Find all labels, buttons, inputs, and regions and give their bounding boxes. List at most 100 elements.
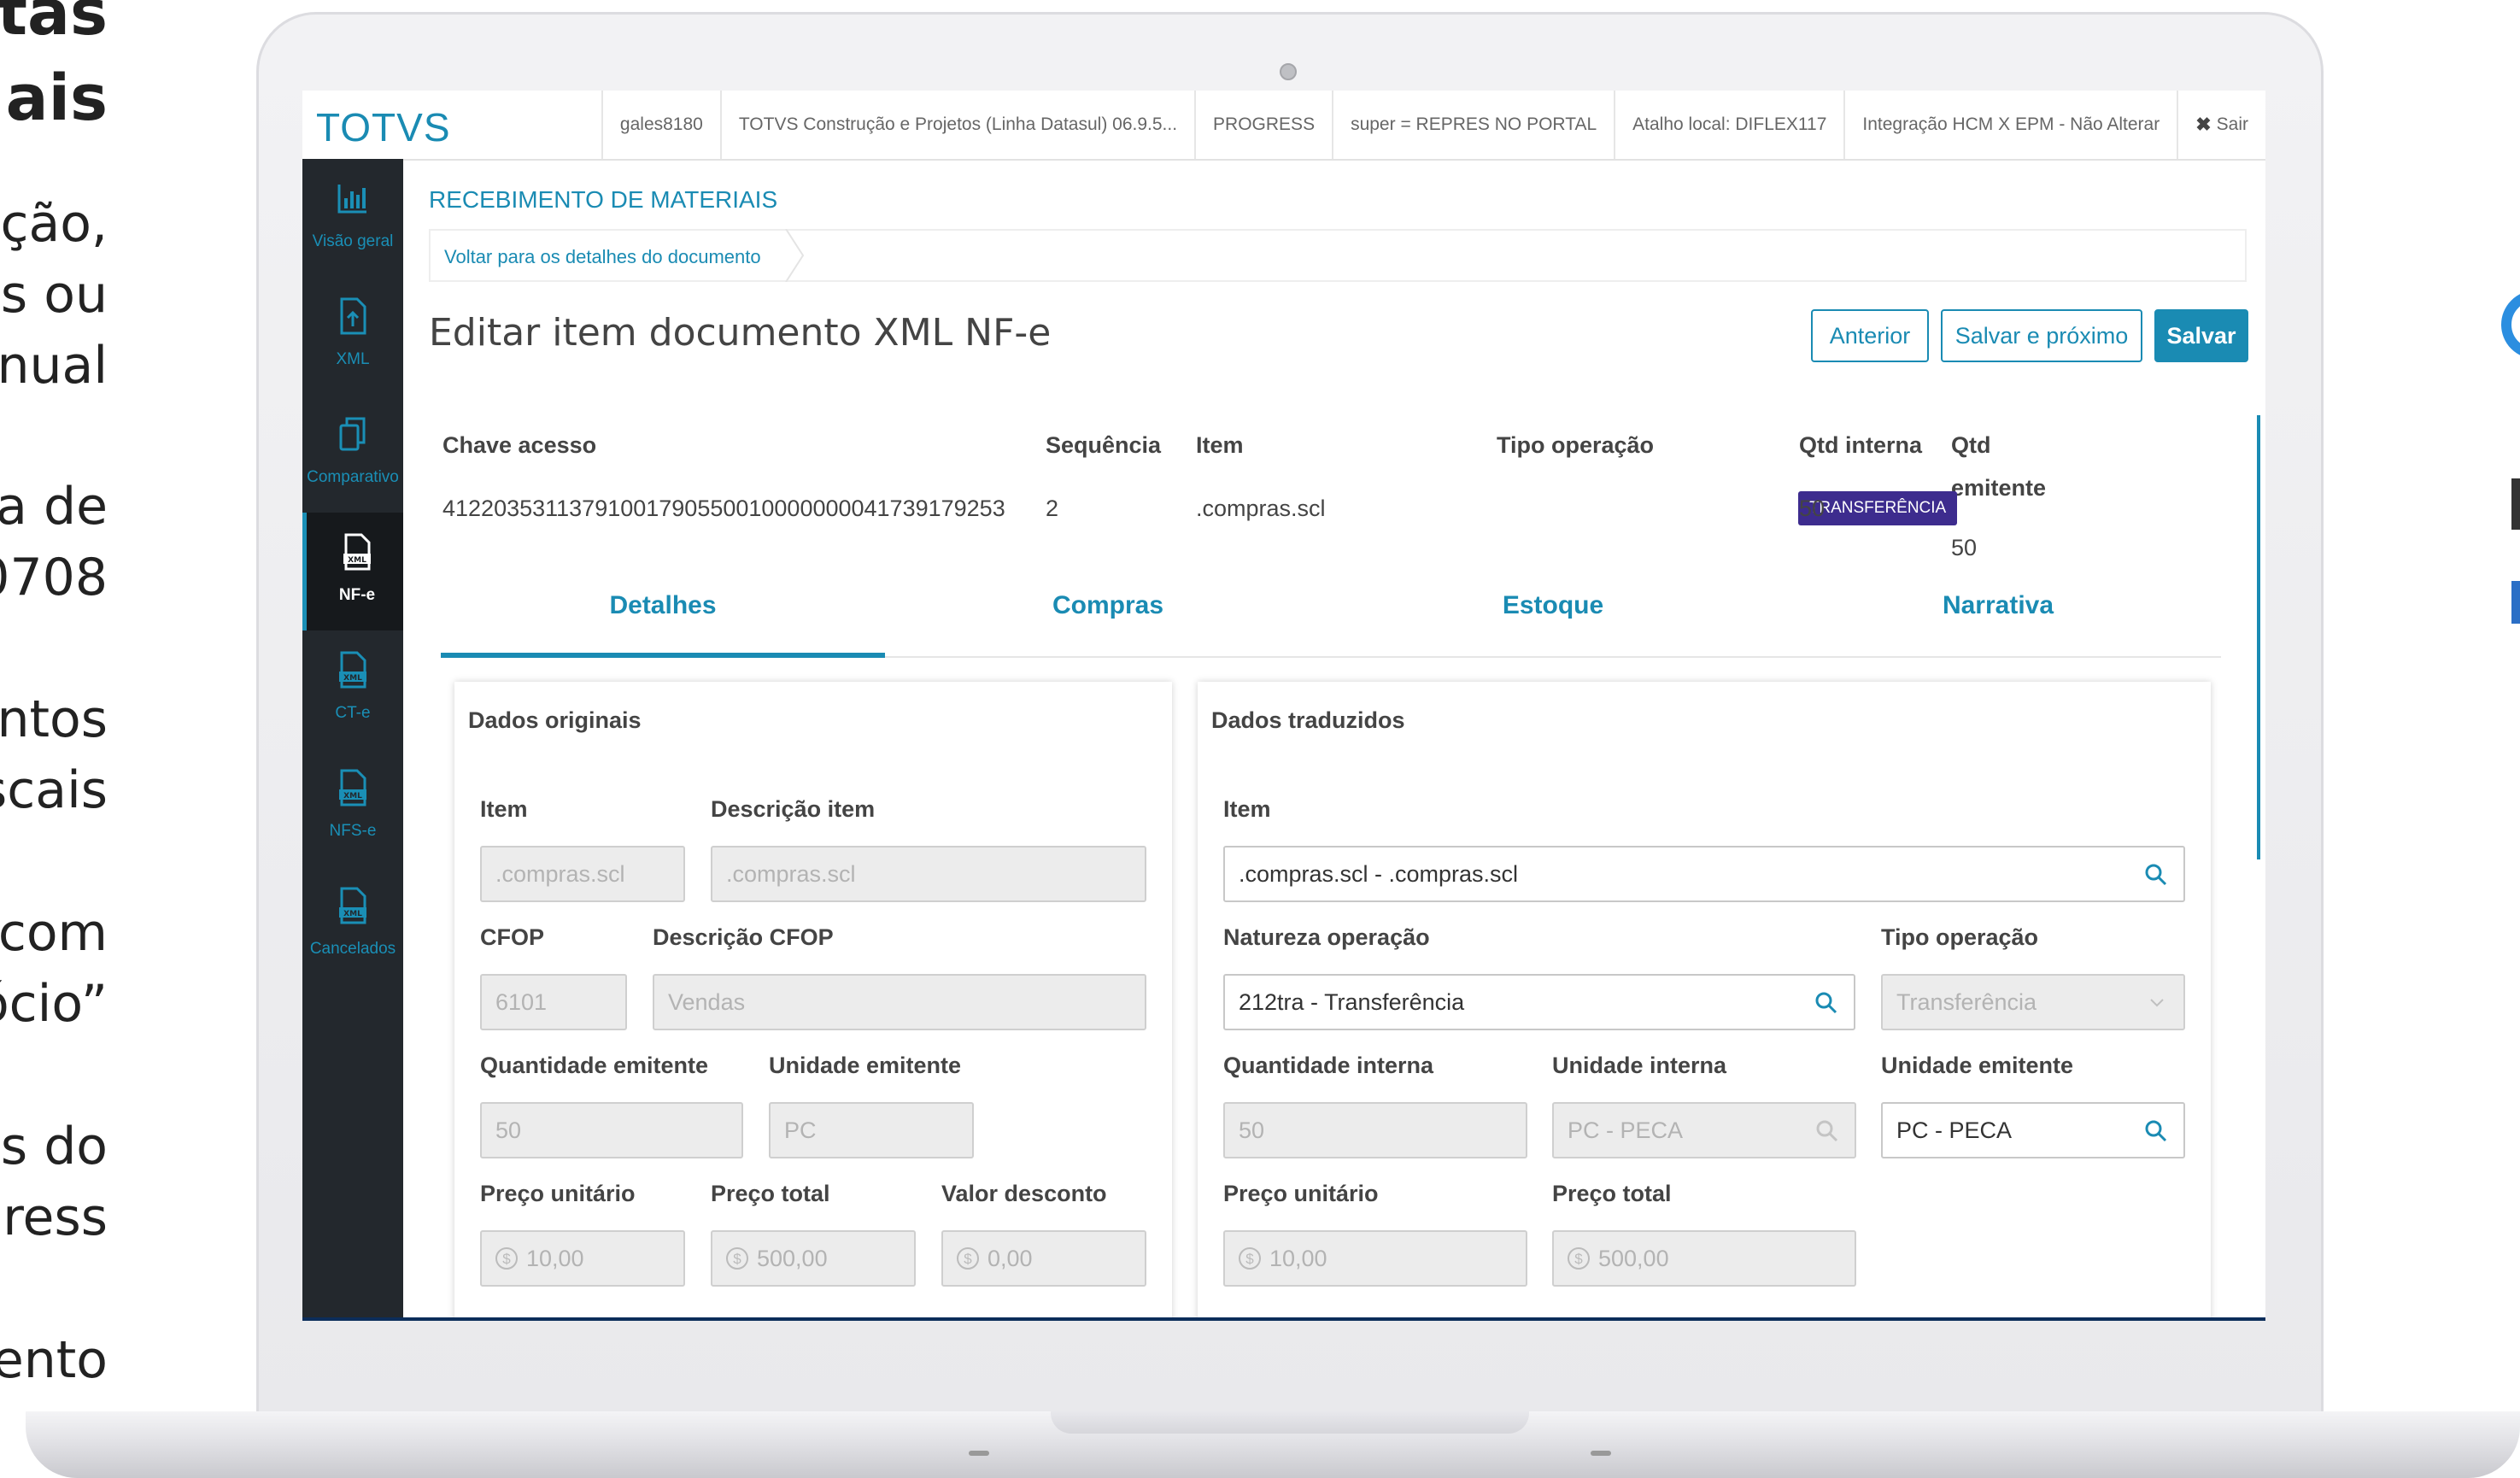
slide-title-line: tas xyxy=(0,0,108,50)
vertical-scrollbar[interactable] xyxy=(2257,415,2260,859)
field-value: .compras.scl - .compras.scl xyxy=(1239,860,1519,887)
cfop-field-label: CFOP xyxy=(480,924,545,950)
breadcrumb-back-link[interactable]: Voltar para os detalhes do documento xyxy=(444,246,761,268)
field-value: Transferência xyxy=(1896,988,2037,1015)
exit-label: Sair xyxy=(2216,114,2248,134)
top-bar-items: gales8180 TOTVS Construção e Projetos (L… xyxy=(601,91,2265,159)
item-label: Item xyxy=(1196,432,1244,458)
translated-total-price-label: Preço total xyxy=(1552,1181,1672,1206)
unit-price-field-label: Preço unitário xyxy=(480,1181,636,1206)
user-name[interactable]: gales8180 xyxy=(601,91,720,159)
cfop-description-field-label: Descrição CFOP xyxy=(653,924,834,950)
search-icon[interactable] xyxy=(2144,1119,2168,1143)
product-name[interactable]: TOTVS Construção e Projetos (Linha Datas… xyxy=(719,91,1194,159)
shortcut-label[interactable]: Atalho local: DIFLEX117 xyxy=(1614,91,1843,159)
search-icon[interactable] xyxy=(2144,863,2168,887)
cropped-link-fragment xyxy=(2511,581,2520,624)
sidebar-item-cte[interactable]: XML CT-e xyxy=(302,630,403,748)
slide-text-line: ento xyxy=(0,1330,108,1390)
section-label: RECEBIMENTO DE MATERIAIS xyxy=(429,186,778,213)
sidebar: Visão geral XML Comparativo XML NF-e XML… xyxy=(302,159,403,1317)
collapse-menu-icon[interactable] xyxy=(335,1317,369,1321)
field-value: 0,00 xyxy=(987,1245,1033,1271)
total-price-field-label: Preço total xyxy=(711,1181,830,1206)
sidebar-item-comparativo[interactable]: Comparativo xyxy=(302,395,403,513)
slide-text-line: ção, xyxy=(0,194,108,254)
original-total-price-input[interactable]: $500,00 xyxy=(711,1230,916,1287)
field-value: 10,00 xyxy=(1269,1245,1327,1271)
operation-type-select[interactable]: Transferência xyxy=(1881,974,2185,1030)
tab-compras[interactable]: Compras xyxy=(886,591,1330,620)
sidebar-item-nfe[interactable]: XML NF-e xyxy=(302,513,403,630)
translated-data-panel: Dados traduzidos Item .compras.scl - .co… xyxy=(1198,682,2211,1317)
tab-detalhes[interactable]: Detalhes xyxy=(441,591,885,620)
copy-icon xyxy=(339,417,366,451)
tab-estoque[interactable]: Estoque xyxy=(1331,591,1775,620)
field-value: 10,00 xyxy=(526,1245,584,1271)
sequence-label: Sequência xyxy=(1046,432,1162,458)
currency-icon: $ xyxy=(1568,1247,1590,1270)
cfop-description-input[interactable]: Vendas xyxy=(653,974,1146,1030)
fiscal-classification-label: Classificação fiscal xyxy=(1223,1314,1436,1317)
file-upload-icon xyxy=(340,297,366,335)
internal-qty-label: Qtd interna xyxy=(1799,432,1923,458)
sidebar-item-label: NFS-e xyxy=(329,822,377,840)
issuer-qty-label-line2: emitente xyxy=(1951,475,2047,501)
translated-total-price-input[interactable]: $500,00 xyxy=(1552,1230,1856,1287)
translated-operation-type-label: Tipo operação xyxy=(1881,924,2039,950)
profile-label[interactable]: super = REPRES NO PORTAL xyxy=(1332,91,1614,159)
translated-item-input[interactable]: .compras.scl - .compras.scl xyxy=(1223,846,2185,902)
xml-file-icon: XML xyxy=(339,769,366,806)
issuer-unit-input[interactable]: PC xyxy=(769,1102,974,1158)
integration-label[interactable]: Integração HCM X EPM - Não Alterar xyxy=(1843,91,2177,159)
issuer-qty-input[interactable]: 50 xyxy=(480,1102,743,1158)
bar-chart-icon xyxy=(337,185,366,214)
svg-text:XML: XML xyxy=(343,910,362,918)
svg-text:XML: XML xyxy=(343,792,362,801)
sidebar-item-visao-geral[interactable]: Visão geral xyxy=(302,159,403,277)
original-description-input[interactable]: .compras.scl xyxy=(711,846,1146,902)
previous-button[interactable]: Anterior xyxy=(1811,309,1929,362)
cfop-input[interactable]: 6101 xyxy=(480,974,627,1030)
field-value: PC - PECA xyxy=(1896,1117,2013,1143)
item-value: .compras.scl xyxy=(1196,496,1326,521)
original-unit-price-input[interactable]: $10,00 xyxy=(480,1230,685,1287)
search-icon[interactable] xyxy=(1814,991,1838,1015)
original-item-input[interactable]: .compras.scl xyxy=(480,846,685,902)
tab-narrativa[interactable]: Narrativa xyxy=(1776,591,2220,620)
xml-file-icon: XML xyxy=(343,533,371,571)
sidebar-item-cancelados[interactable]: XML Cancelados xyxy=(302,866,403,984)
sidebar-item-nfse[interactable]: XML NFS-e xyxy=(302,748,403,866)
breadcrumb-separator-icon xyxy=(785,229,805,282)
translated-unit-price-input[interactable]: $10,00 xyxy=(1223,1230,1527,1287)
field-value: 500,00 xyxy=(757,1245,828,1271)
operation-type-label: Tipo operação xyxy=(1497,432,1655,458)
internal-unit-input[interactable]: PC - PECA xyxy=(1552,1102,1856,1158)
discount-input[interactable]: $0,00 xyxy=(941,1230,1146,1287)
slide-text-line: a de xyxy=(0,477,108,537)
currency-icon: $ xyxy=(495,1247,518,1270)
internal-qty-input[interactable]: 50 xyxy=(1223,1102,1527,1158)
translated-issuer-unit-input[interactable]: PC - PECA xyxy=(1881,1102,2185,1158)
save-next-button[interactable]: Salvar e próximo xyxy=(1941,309,2142,362)
save-button[interactable]: Salvar xyxy=(2154,309,2248,362)
totvs-logo[interactable]: TOTVS xyxy=(316,104,451,150)
sidebar-item-xml[interactable]: XML xyxy=(302,277,403,395)
xml-file-icon: XML xyxy=(339,887,366,924)
operation-nature-input[interactable]: 212tra - Transferência xyxy=(1223,974,1855,1030)
translated-issuer-unit-label: Unidade emitente xyxy=(1881,1053,2074,1078)
slide-text-line: scais xyxy=(0,760,108,820)
sidebar-item-label: Visão geral xyxy=(312,232,394,250)
slide-text-line: nual xyxy=(0,336,108,396)
environment-label[interactable]: PROGRESS xyxy=(1194,91,1332,159)
exit-button[interactable]: ✖ Sair xyxy=(2177,91,2265,159)
ncm-field-label: Código NCM xyxy=(480,1314,618,1317)
issuer-qty-value: 50 xyxy=(1951,535,1978,560)
internal-qty-field-label: Quantidade interna xyxy=(1223,1053,1434,1078)
svg-text:XML: XML xyxy=(343,674,362,683)
cropped-circle-icon xyxy=(2501,290,2520,359)
sequence-value: 2 xyxy=(1046,496,1059,521)
currency-icon: $ xyxy=(726,1247,748,1270)
slide-text-line: s do xyxy=(0,1117,108,1176)
svg-text:XML: XML xyxy=(348,556,366,565)
